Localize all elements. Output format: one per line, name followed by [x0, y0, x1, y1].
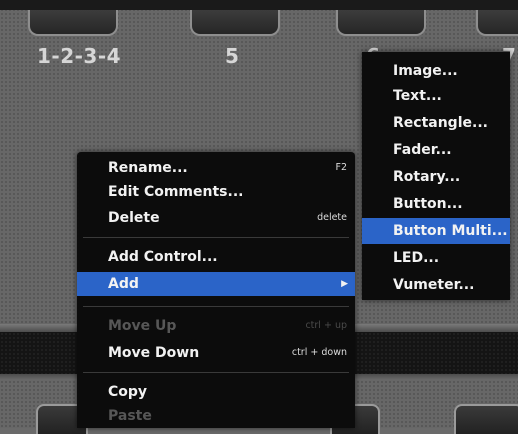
submenu-item-image[interactable]: Image... [362, 58, 510, 84]
menu-item-copy[interactable]: Copy [77, 380, 355, 404]
menu-separator [83, 237, 349, 238]
submenu-item-label: Button... [393, 196, 463, 212]
submenu-item-button[interactable]: Button... [362, 191, 510, 217]
bottom-pad-3[interactable] [454, 404, 518, 434]
submenu-item-vumeter[interactable]: Vumeter... [362, 272, 510, 298]
menu-item-shortcut: ctrl + up [305, 320, 347, 331]
menu-item-label: Move Up [108, 318, 177, 334]
submenu-item-led[interactable]: LED... [362, 245, 510, 271]
pad-label-5: 5 [225, 44, 240, 68]
menu-item-delete[interactable]: Delete delete [77, 206, 355, 230]
menu-item-label: Add [108, 276, 139, 292]
submenu-item-rotary[interactable]: Rotary... [362, 164, 510, 190]
submenu-arrow-icon: ▶ [341, 279, 348, 289]
submenu-item-label: Rectangle... [393, 115, 488, 131]
menu-item-shortcut: delete [317, 212, 347, 223]
context-menu: Rename... F2 Edit Comments... Delete del… [77, 152, 355, 428]
menu-item-label: Add Control... [108, 249, 218, 265]
submenu-item-fader[interactable]: Fader... [362, 137, 510, 163]
submenu-item-label: LED... [393, 250, 440, 266]
submenu-item-rectangle[interactable]: Rectangle... [362, 110, 510, 136]
menu-item-move-down[interactable]: Move Down ctrl + down [77, 341, 355, 365]
menu-item-rename[interactable]: Rename... F2 [77, 156, 355, 180]
menu-item-add[interactable]: Add ▶ [77, 272, 355, 296]
menu-item-add-control[interactable]: Add Control... [77, 245, 355, 269]
menu-item-shortcut: ctrl + down [291, 347, 347, 358]
menu-item-shortcut: F2 [335, 162, 347, 173]
pad-5[interactable] [190, 10, 280, 36]
submenu-item-label: Button Multi... [393, 223, 508, 239]
top-strip [0, 0, 518, 10]
menu-item-edit-comments[interactable]: Edit Comments... [77, 180, 355, 204]
menu-item-label: Move Down [108, 345, 200, 361]
menu-item-label: Delete [108, 210, 160, 226]
add-submenu: Image... Text... Rectangle... Fader... R… [362, 52, 510, 300]
pad-7[interactable] [476, 10, 518, 36]
menu-separator [83, 306, 349, 307]
submenu-item-label: Rotary... [393, 169, 461, 185]
menu-separator [83, 372, 349, 373]
pad-6[interactable] [336, 10, 426, 36]
menu-item-label: Paste [108, 408, 152, 424]
submenu-item-label: Fader... [393, 142, 452, 158]
menu-item-label: Edit Comments... [108, 184, 244, 200]
pad-label-1-2-3-4: 1-2-3-4 [37, 44, 122, 68]
submenu-item-label: Vumeter... [393, 277, 475, 293]
menu-item-move-up[interactable]: Move Up ctrl + up [77, 314, 355, 338]
menu-item-label: Rename... [108, 160, 188, 176]
menu-item-label: Copy [108, 384, 148, 400]
menu-item-paste[interactable]: Paste [77, 404, 355, 428]
submenu-item-label: Text... [393, 88, 442, 104]
submenu-item-text[interactable]: Text... [362, 83, 510, 109]
pad-1-2-3-4[interactable] [28, 10, 118, 36]
submenu-item-button-multi[interactable]: Button Multi... [362, 218, 510, 244]
submenu-item-label: Image... [393, 63, 458, 79]
